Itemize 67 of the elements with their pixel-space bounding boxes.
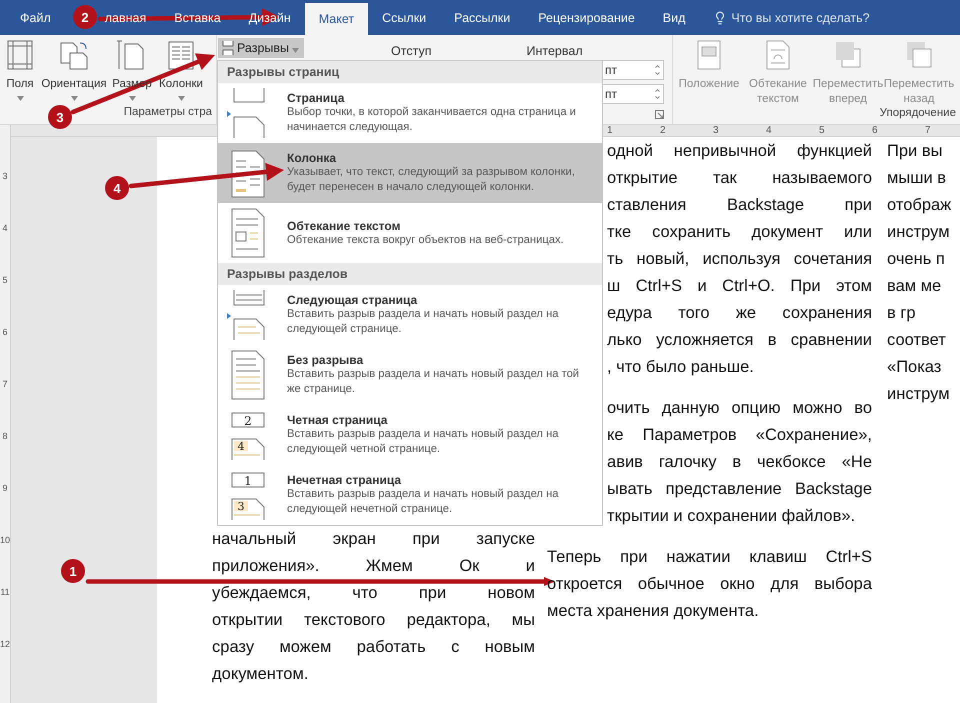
- page-icon: 2: [232, 412, 264, 428]
- vertical-ruler: 3 4 5 6 7 8 9 10 11 12: [0, 125, 12, 703]
- step-number-badge: 1: [61, 559, 85, 583]
- spin-up-icon[interactable]: [654, 63, 661, 70]
- text-line: вам ме: [887, 276, 942, 296]
- text-line: ш Ctrl+S и Ctrl+O. При этом: [607, 276, 872, 296]
- text-line: Теперь при нажатии клавиш Ctrl+S: [547, 547, 872, 567]
- ribbon-tab[interactable]: Рассылки: [440, 0, 524, 35]
- text-line: соответ: [887, 330, 947, 350]
- text-line: убеждаемся, что при новом: [212, 583, 536, 603]
- text-line: лько усложняется в сравнении: [607, 330, 872, 350]
- indent-label: Отступ: [391, 44, 432, 58]
- page-break-icon: [222, 41, 234, 55]
- text-line: места хранения документа.: [547, 601, 760, 621]
- text-line: ткрытии и сохранении файлов».: [607, 506, 856, 526]
- ribbon-tab[interactable]: Рецензирование: [524, 0, 649, 35]
- text-line: авив галочку в чекбоксе «Не: [607, 452, 872, 472]
- spin-up-icon[interactable]: [654, 87, 661, 94]
- text-line: приложения». Жмем Ок и: [212, 556, 536, 576]
- text-line: ывать представление Backstage: [607, 479, 872, 499]
- step-number-badge: 4: [105, 176, 129, 200]
- text-line: тке сохранить документ или: [607, 222, 872, 242]
- ribbon-tab[interactable]: Макет: [304, 3, 368, 35]
- menu-item[interactable]: Колонка Указывает, что текст, следующий за разрывом колонки, будет перенесен в начало следующей колонки.: [218, 143, 602, 203]
- group-label: Параметры стра: [124, 106, 213, 120]
- ribbon-button[interactable]: Колонки: [156, 39, 206, 106]
- caret-icon: [70, 96, 78, 101]
- text-line: мыши в: [887, 168, 948, 188]
- text-line: одной непривычной функцией: [607, 141, 872, 161]
- text-line: очень п: [887, 249, 946, 269]
- text-line: открытии текстового редактора, мы: [212, 610, 536, 630]
- caret-icon: [292, 48, 300, 52]
- text-line: документом.: [212, 664, 310, 684]
- text-line: сразу можем работать с новым: [212, 637, 536, 657]
- ribbon-tab[interactable]: Ссылки: [368, 0, 440, 35]
- text-line: «Показ: [887, 357, 942, 377]
- ribbon-button[interactable]: Поля: [2, 39, 38, 106]
- ribbon-tab[interactable]: Файл: [6, 0, 65, 35]
- tell-me-field[interactable]: Что вы хотите сделать?: [731, 10, 870, 24]
- caret-icon: [128, 96, 136, 101]
- page-icon: 1: [232, 472, 264, 488]
- text-line: ке Параметров «Сохранение»,: [607, 425, 872, 445]
- spin-down-icon[interactable]: [654, 70, 661, 77]
- caret-icon: [178, 96, 184, 101]
- text-line: едура того же сохранения: [607, 303, 872, 323]
- ribbon-button[interactable]: Ориентация: [40, 39, 108, 106]
- ribbon-tab[interactable]: Вид: [648, 0, 700, 35]
- menu-section-header: Разрывы разделов: [218, 263, 602, 285]
- text-line: инструм: [887, 222, 951, 242]
- spin-down-icon[interactable]: [654, 94, 661, 101]
- text-line: в гр: [887, 303, 917, 323]
- text-line: открытие так называемого: [607, 168, 872, 188]
- text-line: откроется обычное окно для выбора: [547, 574, 872, 594]
- menu-section-header: Разрывы страниц: [218, 61, 602, 83]
- text-line: При вы: [887, 141, 944, 161]
- text-line: начальный экран при запуске: [212, 529, 536, 549]
- dialog-launcher-icon[interactable]: [655, 110, 664, 119]
- text-line: отображ: [887, 195, 952, 215]
- breaks-button[interactable]: Разрывы: [218, 38, 304, 58]
- text-line: ть новый, используя сочетания: [607, 249, 872, 269]
- text-line: очить данную опцию можно во: [607, 398, 872, 418]
- caret-icon: [16, 96, 24, 101]
- text-line: , что было раньше.: [607, 357, 755, 377]
- spacing-label: Интервал: [526, 44, 583, 58]
- text-line: инструм: [887, 384, 951, 404]
- text-line: ставления Backstage при: [607, 195, 872, 215]
- group-label: Упорядочение: [880, 107, 957, 121]
